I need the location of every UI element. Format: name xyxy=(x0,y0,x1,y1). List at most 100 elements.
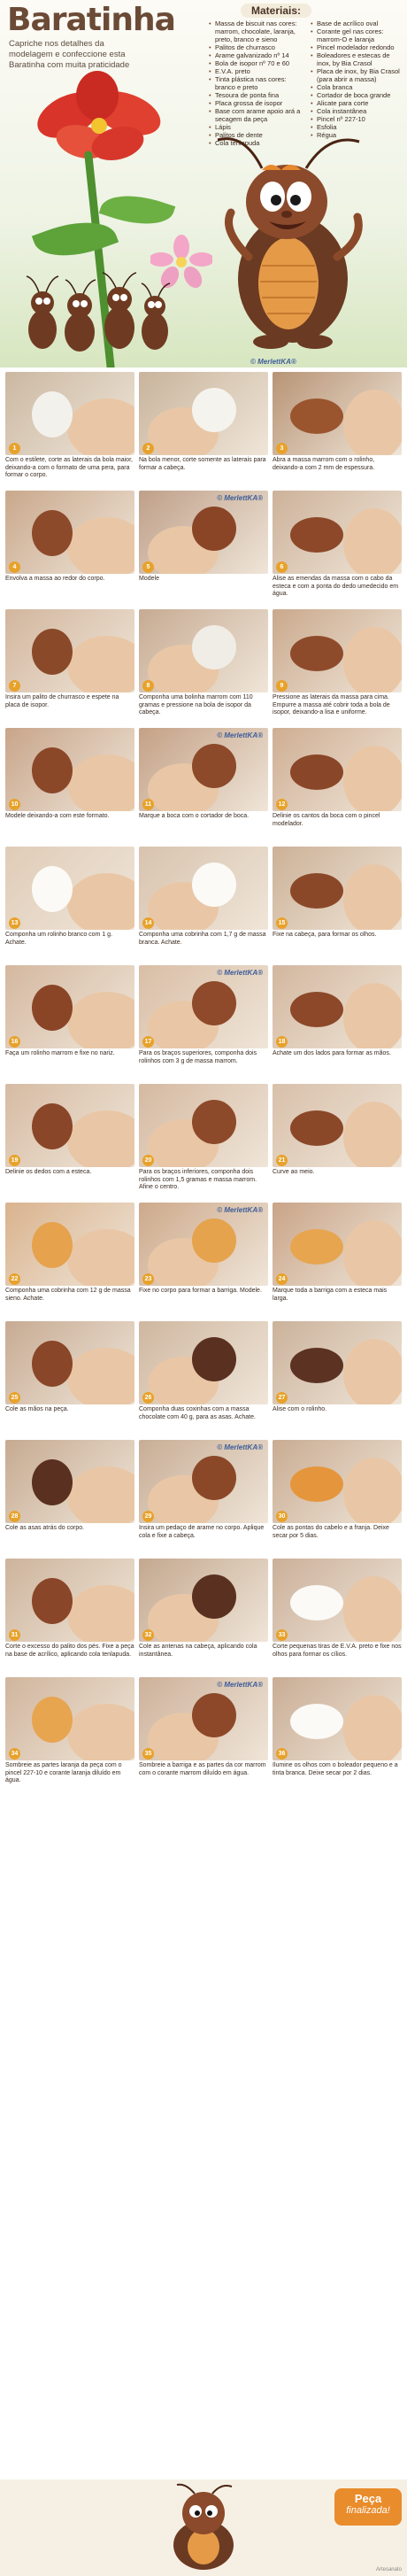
step-card: © MerlettKA® 17 Para os braços superiores,… xyxy=(139,965,268,1080)
step-caption: Ilumine os olhos com o boleador pequeno … xyxy=(273,1762,398,1776)
step-number-badge: 16 xyxy=(9,1036,20,1048)
dough-piece xyxy=(32,391,73,437)
material-item: Alicate para corte xyxy=(311,99,405,107)
step-number-badge: 31 xyxy=(9,1629,20,1641)
hand-shape xyxy=(67,398,134,455)
step-caption: Corte pequenas tiras de E.V.A. preto e f… xyxy=(273,1644,402,1658)
step-photo xyxy=(273,1677,402,1760)
hand-shape xyxy=(67,1229,134,1286)
step-caption: Pressione as laterais da massa para cima… xyxy=(273,694,390,716)
material-item: Esfolia xyxy=(311,123,405,131)
step-card: 32 Cole as antenas na cabeça, aplicando c… xyxy=(139,1559,268,1674)
material-item: Palitos de churrasco xyxy=(209,43,303,51)
step-caption: Componha duas coxinhas com a massa choco… xyxy=(139,1406,256,1420)
step-card: 31 Corte o excesso do palito dos pés. Fix… xyxy=(5,1559,134,1674)
step-card: 30 Cole as pontas do cabelo e a franja. D… xyxy=(273,1440,402,1555)
step-caption: Modele xyxy=(139,576,159,582)
step-caption: Alise com o rolinho. xyxy=(273,1406,327,1412)
dough-piece xyxy=(192,863,236,907)
step-caption: Componha uma cobrinha com 1,7 g de massa… xyxy=(139,932,266,946)
step-card: 25 Cole as mãos na peça. xyxy=(5,1321,134,1436)
hand-shape xyxy=(67,1348,134,1404)
hand-shape xyxy=(67,636,134,692)
hand-shape xyxy=(343,508,402,574)
step-photo xyxy=(5,1203,134,1286)
step-photo xyxy=(139,609,268,692)
materials-title: Materiais: xyxy=(241,4,312,18)
photo-watermark: © MerlettKA® xyxy=(217,494,263,502)
step-card: © MerlettKA® 23 Fixe no corpo para formar … xyxy=(139,1203,268,1318)
step-card: 22 Componha uma cobrinha com 12 g de mass… xyxy=(5,1203,134,1318)
dough-piece xyxy=(192,1693,236,1737)
step-caption: Modele deixando-a com este formato. xyxy=(5,813,110,819)
step-photo xyxy=(139,372,268,455)
dough-piece xyxy=(32,1341,73,1387)
step-card: 13 Componha um rolinho branco com 1 g. Ac… xyxy=(5,847,134,962)
material-item: Pincel nº 227-10 xyxy=(311,115,405,123)
dough-piece xyxy=(192,625,236,669)
hand-shape xyxy=(67,1585,134,1642)
step-caption: Curve ao meio. xyxy=(273,1169,315,1175)
step-photo xyxy=(273,1440,402,1523)
step-number-badge: 3 xyxy=(276,443,288,454)
dough-piece xyxy=(290,1229,343,1265)
hand-shape xyxy=(343,1576,402,1642)
dough-piece xyxy=(32,1222,73,1268)
material-item: Base com arame apoio ará a secagem da pe… xyxy=(209,107,303,123)
small-bugs-illustration xyxy=(26,272,171,352)
step-photo xyxy=(273,965,402,1048)
step-caption: Achate um dos lados para formar as mãos. xyxy=(273,1050,391,1056)
step-caption: Envolva a massa ao redor do corpo. xyxy=(5,576,105,582)
step-number-badge: 23 xyxy=(142,1273,154,1285)
step-card: 4 Envolva a massa ao redor do corpo. xyxy=(5,491,134,606)
step-caption: Corte o excesso do palito dos pés. Fixe … xyxy=(5,1644,134,1658)
step-caption: Faça um rolinho marrom e fixe no nariz. xyxy=(5,1050,115,1056)
step-card: 28 Cole as asas atrás do corpo. xyxy=(5,1440,134,1555)
step-photo: © MerlettKA® xyxy=(139,965,268,1048)
step-photo xyxy=(5,1084,134,1167)
step-caption: Cole as antenas na cabeça, aplicando col… xyxy=(139,1644,257,1658)
hand-shape xyxy=(343,864,402,930)
step-photo xyxy=(5,1677,134,1760)
step-number-badge: 26 xyxy=(142,1392,154,1404)
hand-shape xyxy=(67,1466,134,1523)
step-photo xyxy=(5,1559,134,1642)
hand-shape xyxy=(343,390,402,455)
step-card: 10 Modele deixando-a com este formato. xyxy=(5,728,134,843)
dough-piece xyxy=(290,873,343,909)
copyright-watermark: © MerlettKA® xyxy=(250,358,296,366)
step-photo xyxy=(139,847,268,930)
dough-piece xyxy=(192,1218,236,1263)
step-number-badge: 10 xyxy=(9,799,20,810)
step-caption: Delinie os cantos da boca com o pincel m… xyxy=(273,813,380,827)
material-item: Pincel modelador redondo xyxy=(311,43,405,51)
step-number-badge: 6 xyxy=(276,561,288,573)
step-photo: © MerlettKA® xyxy=(139,1440,268,1523)
material-item: Lápis xyxy=(209,123,303,131)
hand-shape xyxy=(67,754,134,811)
photo-watermark: © MerlettKA® xyxy=(217,1443,263,1451)
step-card: 27 Alise com o rolinho. xyxy=(273,1321,402,1436)
dough-piece xyxy=(32,1103,73,1149)
material-item: Tesoura de ponta fina xyxy=(209,91,303,99)
step-card: 6 Alise as emendas da massa com o cabo da… xyxy=(273,491,402,606)
step-number-badge: 29 xyxy=(142,1511,154,1522)
hand-shape xyxy=(343,1339,402,1404)
step-caption: Para os braços inferiores, componha dois… xyxy=(139,1169,257,1190)
step-number-badge: 14 xyxy=(142,917,154,929)
dough-piece xyxy=(290,1348,343,1383)
step-number-badge: 27 xyxy=(276,1392,288,1404)
dough-piece xyxy=(32,747,73,793)
step-number-badge: 18 xyxy=(276,1036,288,1048)
step-caption: Cole as pontas do cabelo e a franja. Dei… xyxy=(273,1525,389,1539)
step-caption: Insira um pedaço de arame no corpo. Apli… xyxy=(139,1525,265,1539)
dough-piece xyxy=(290,1466,343,1502)
step-number-badge: 1 xyxy=(9,443,20,454)
dough-piece xyxy=(32,510,73,556)
hand-shape xyxy=(343,1458,402,1523)
step-number-badge: 17 xyxy=(142,1036,154,1048)
material-item: Bola de isopor nº 70 e 60 xyxy=(209,59,303,67)
step-card: © MerlettKA® 11 Marque a boca com o cortad… xyxy=(139,728,268,843)
hand-shape xyxy=(67,1704,134,1760)
step-caption: Marque a boca com o cortador de boca. xyxy=(139,813,250,819)
